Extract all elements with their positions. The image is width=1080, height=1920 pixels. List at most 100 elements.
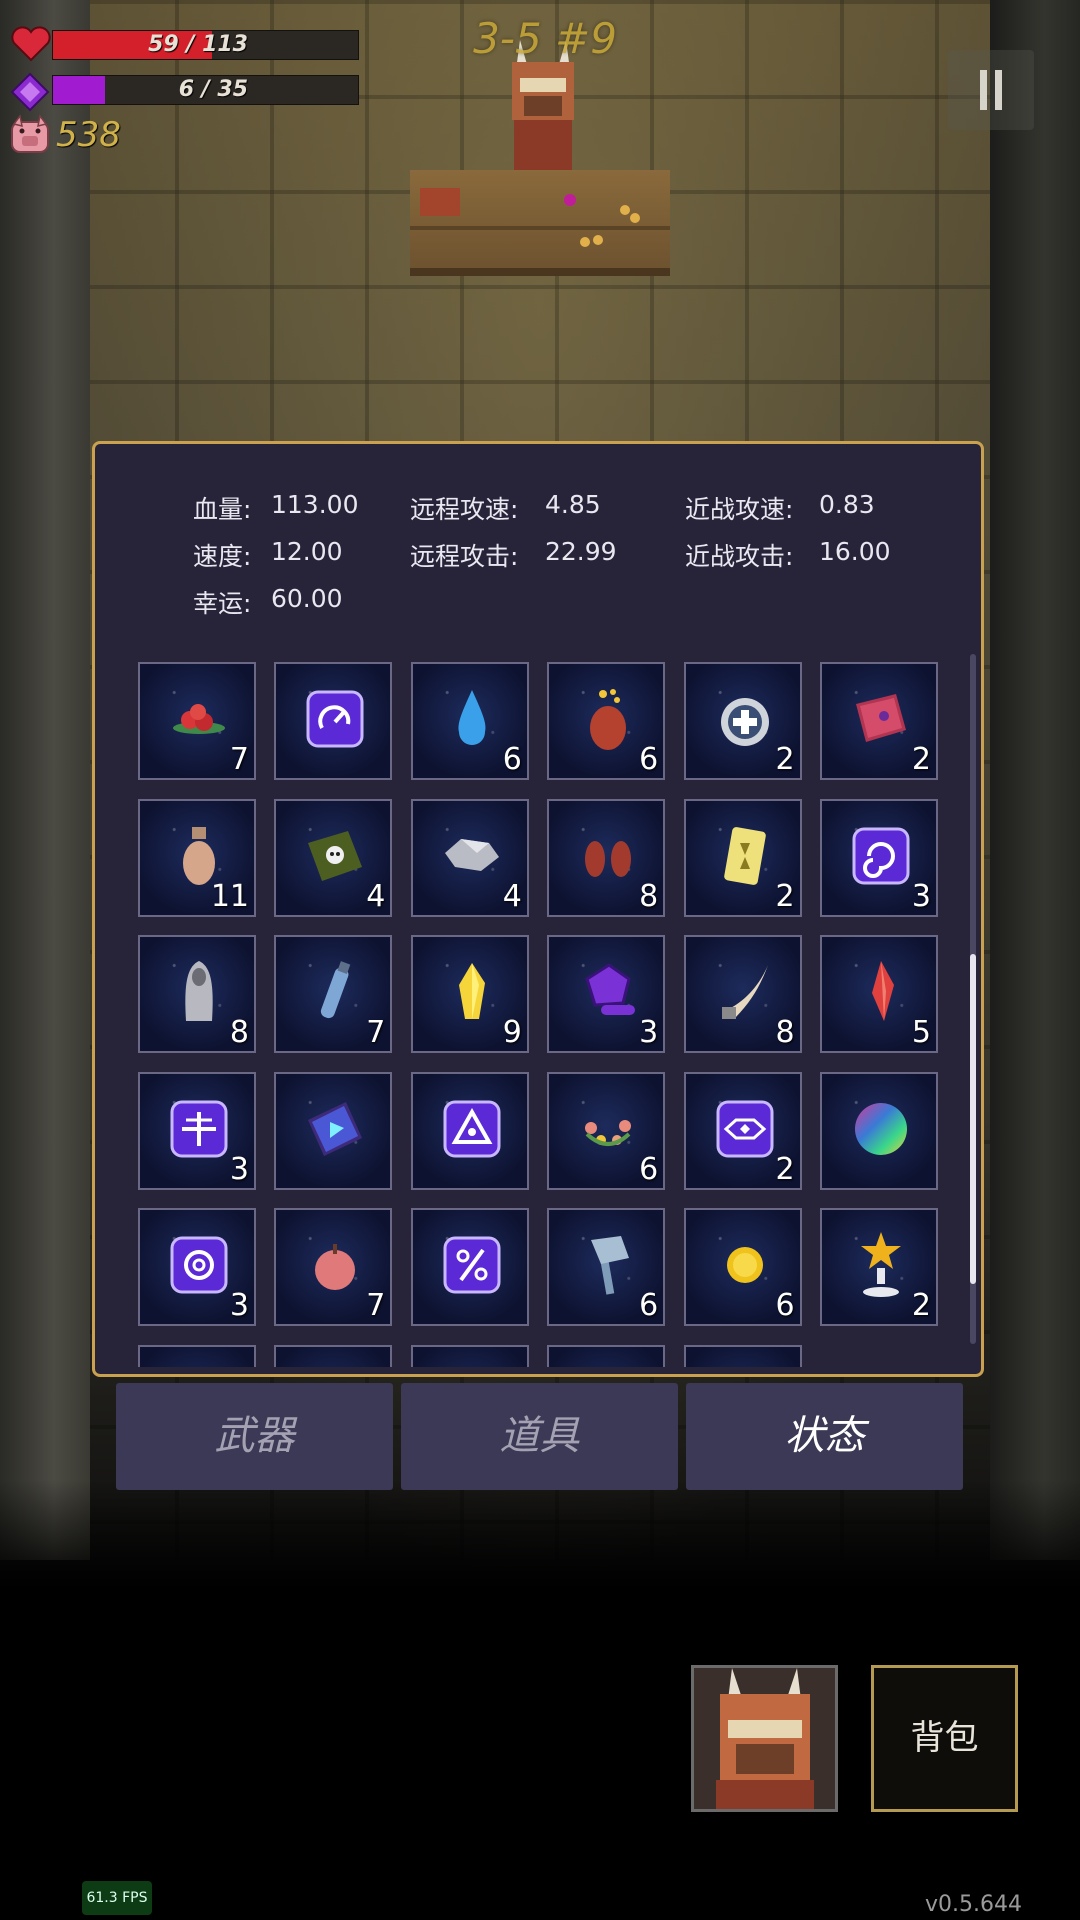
flower-wreath-icon xyxy=(573,1094,643,1164)
inventory-slot[interactable]: 8 xyxy=(683,935,802,1054)
red-berries-icon xyxy=(164,684,234,754)
version-label: v0.5.644 xyxy=(925,1892,1022,1917)
item-count: 8 xyxy=(775,1015,795,1051)
item-count: 11 xyxy=(210,878,249,914)
inventory-slot[interactable]: 6 xyxy=(547,1208,666,1327)
stat-melee-attack-value: 16.00 xyxy=(819,537,891,566)
stat-ranged-speed-label: 远程攻速: xyxy=(410,495,519,524)
inventory-slot[interactable]: 8 xyxy=(547,798,666,917)
item-count: 6 xyxy=(775,1288,795,1324)
item-count: 6 xyxy=(639,1151,659,1187)
item-count: 7 xyxy=(366,1015,386,1051)
tab-weapons[interactable]: 武器 xyxy=(116,1383,393,1490)
inventory-slot[interactable]: 2 xyxy=(683,662,802,780)
hp-bar: 59 / 113 xyxy=(52,30,359,60)
gold-coin-icon xyxy=(710,1230,780,1300)
silver-ore-icon xyxy=(437,821,507,891)
inventory-slot[interactable] xyxy=(820,1071,938,1190)
red-gloves-icon xyxy=(573,821,643,891)
mana-text: 6 / 35 xyxy=(178,77,248,102)
backpack-button[interactable]: 背包 xyxy=(871,1665,1018,1812)
item-count: 8 xyxy=(639,878,659,914)
red-spellbook-icon xyxy=(846,684,916,754)
pause-icon-bar xyxy=(995,70,1002,110)
item-count: 6 xyxy=(639,742,659,777)
blue-drop-icon xyxy=(437,684,507,754)
item-count: 4 xyxy=(502,878,522,914)
inventory-slot[interactable]: 6 xyxy=(410,662,529,780)
fps-counter: 61.3 FPS xyxy=(82,1881,152,1915)
tab-items[interactable]: 道具 xyxy=(401,1383,678,1490)
tab-status[interactable]: 状态 xyxy=(686,1383,963,1490)
inventory-slot[interactable] xyxy=(410,1208,529,1327)
inventory-slot[interactable]: 3 xyxy=(138,1208,256,1327)
purple-rune-cross-icon xyxy=(164,1094,234,1164)
mana-crystal-icon xyxy=(10,72,50,112)
character-portrait-button[interactable] xyxy=(691,1665,838,1812)
blue-vial-icon xyxy=(300,957,370,1027)
inventory-slot[interactable] xyxy=(683,1345,802,1367)
purple-rune-spiral-icon xyxy=(164,1230,234,1300)
inventory-slot[interactable] xyxy=(138,1345,256,1367)
item-count: 2 xyxy=(775,742,795,777)
scrollbar-thumb[interactable] xyxy=(970,954,976,1284)
inventory-slot[interactable] xyxy=(274,1071,393,1190)
item-count: 3 xyxy=(639,1015,659,1051)
stat-luck-value: 60.00 xyxy=(271,584,343,613)
item-count: 5 xyxy=(911,1015,931,1051)
heart-icon xyxy=(11,26,51,62)
purple-rune-triangle-icon xyxy=(437,1094,507,1164)
inventory-slot[interactable] xyxy=(547,1345,666,1367)
item-count: 6 xyxy=(639,1288,659,1324)
pause-icon xyxy=(980,70,987,110)
inventory-slot[interactable]: 6 xyxy=(683,1208,802,1327)
stat-hp-label: 血量: xyxy=(193,495,252,524)
status-panel: 血量: 113.00 远程攻速: 4.85 近战攻速: 0.83 速度: 12.… xyxy=(92,441,984,1377)
stat-luck-label: 幸运: xyxy=(193,589,252,618)
inventory-slot[interactable] xyxy=(410,1071,529,1190)
inventory-slot[interactable]: 4 xyxy=(410,798,529,917)
mana-bar: 6 / 35 xyxy=(52,75,359,105)
hp-text: 59 / 113 xyxy=(148,32,248,57)
character-avatar xyxy=(694,1668,835,1809)
inventory-slot[interactable]: 2 xyxy=(683,1071,802,1190)
mana-bar-fill xyxy=(53,76,106,104)
item-count: 2 xyxy=(911,742,931,777)
left-wall xyxy=(0,0,90,1560)
item-count: 2 xyxy=(775,1151,795,1187)
inventory-slot[interactable]: 9 xyxy=(410,935,529,1054)
stat-hp-value: 113.00 xyxy=(271,490,359,519)
item-count: 3 xyxy=(229,1288,249,1324)
inventory-slot[interactable] xyxy=(410,1345,529,1367)
blue-arrow-book-icon xyxy=(300,1094,370,1164)
inventory-slot[interactable]: 3 xyxy=(138,1071,256,1190)
pig-coin-icon xyxy=(11,114,49,153)
item-grid[interactable]: 7 6 6 2 2 11 4 4 8 2 3 8 7 9 3 8 5 3 6 2 3 7 6 6 2 xyxy=(138,662,938,1367)
inventory-slot[interactable]: 2 xyxy=(820,662,938,780)
inventory-slot[interactable] xyxy=(274,1345,393,1367)
purple-snail-shell-icon xyxy=(573,957,643,1027)
inventory-slot[interactable]: 2 xyxy=(820,1208,938,1327)
inventory-slot[interactable]: 7 xyxy=(274,935,393,1054)
red-sack-coins-icon xyxy=(573,684,643,754)
inventory-slot[interactable]: 8 xyxy=(138,935,256,1054)
inventory-slot[interactable]: 11 xyxy=(138,798,256,917)
red-crystal-icon xyxy=(846,957,916,1027)
inventory-slot[interactable]: 6 xyxy=(547,662,666,780)
inventory-slot[interactable]: 4 xyxy=(274,798,393,917)
inventory-slot[interactable]: 7 xyxy=(274,1208,393,1327)
purple-rune-percent-icon xyxy=(437,1230,507,1300)
green-skull-book-icon xyxy=(300,821,370,891)
inventory-slot[interactable]: 5 xyxy=(820,935,938,1054)
inventory-slot[interactable]: 3 xyxy=(820,798,938,917)
inventory-slot[interactable] xyxy=(274,662,393,780)
item-count: 9 xyxy=(502,1015,522,1051)
item-count: 3 xyxy=(229,1151,249,1187)
stat-ranged-speed-value: 4.85 xyxy=(545,490,601,519)
item-count: 6 xyxy=(502,742,522,777)
inventory-slot[interactable]: 2 xyxy=(683,798,802,917)
inventory-slot[interactable]: 6 xyxy=(547,1071,666,1190)
inventory-slot[interactable]: 7 xyxy=(138,662,256,780)
inventory-slot[interactable]: 3 xyxy=(547,935,666,1054)
pause-button[interactable] xyxy=(948,50,1034,130)
